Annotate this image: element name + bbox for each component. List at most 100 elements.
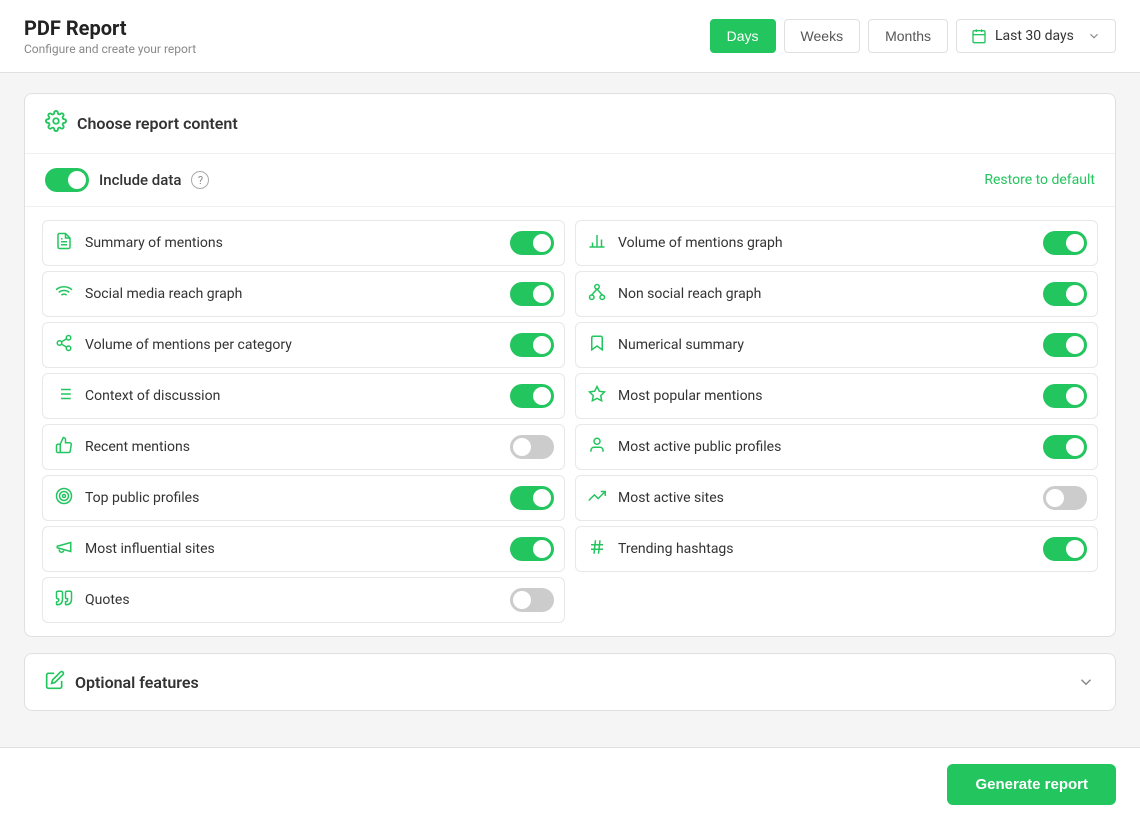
social-media-reach-graph-icon bbox=[53, 283, 75, 305]
item-left: Most influential sites bbox=[53, 538, 215, 560]
item-non-social-reach-graph: Non social reach graph bbox=[575, 271, 1098, 317]
item-left: Top public profiles bbox=[53, 487, 199, 509]
volume-per-category-toggle[interactable] bbox=[510, 333, 554, 357]
pencil-icon bbox=[45, 670, 65, 694]
item-left: Trending hashtags bbox=[586, 538, 734, 560]
most-active-public-profiles-icon bbox=[586, 436, 608, 458]
question-mark-tooltip[interactable]: ? bbox=[191, 171, 209, 189]
left-column: Summary of mentions Social media reach g… bbox=[37, 215, 570, 628]
item-left: Non social reach graph bbox=[586, 283, 761, 305]
most-active-sites-toggle[interactable] bbox=[1043, 486, 1087, 510]
header-right: Days Weeks Months Last 30 days bbox=[710, 19, 1116, 53]
trending-hashtags-label: Trending hashtags bbox=[618, 541, 734, 557]
summary-of-mentions-toggle[interactable] bbox=[510, 231, 554, 255]
most-popular-mentions-icon bbox=[586, 385, 608, 407]
non-social-reach-graph-icon bbox=[586, 283, 608, 305]
most-popular-mentions-label: Most popular mentions bbox=[618, 388, 763, 404]
optional-features-header[interactable]: Optional features bbox=[25, 654, 1115, 710]
include-data-toggle[interactable] bbox=[45, 168, 89, 192]
trending-hashtags-icon bbox=[586, 538, 608, 560]
include-data-row: Include data ? Restore to default bbox=[25, 154, 1115, 207]
item-left: Most popular mentions bbox=[586, 385, 763, 407]
item-left: Summary of mentions bbox=[53, 232, 223, 254]
numerical-summary-icon bbox=[586, 334, 608, 356]
restore-default-link[interactable]: Restore to default bbox=[984, 172, 1095, 188]
right-column: Volume of mentions graph Non social reac… bbox=[570, 215, 1103, 628]
date-range-label: Last 30 days bbox=[995, 28, 1074, 44]
top-public-profiles-icon bbox=[53, 487, 75, 509]
recent-mentions-toggle[interactable] bbox=[510, 435, 554, 459]
trending-hashtags-toggle[interactable] bbox=[1043, 537, 1087, 561]
numerical-summary-label: Numerical summary bbox=[618, 337, 744, 353]
section-header: Choose report content bbox=[25, 94, 1115, 154]
optional-features-section: Optional features bbox=[24, 653, 1116, 711]
recent-mentions-icon bbox=[53, 436, 75, 458]
most-active-public-profiles-label: Most active public profiles bbox=[618, 439, 781, 455]
most-popular-mentions-toggle[interactable] bbox=[1043, 384, 1087, 408]
most-influential-sites-icon bbox=[53, 538, 75, 560]
header: PDF Report Configure and create your rep… bbox=[0, 0, 1140, 73]
item-context-of-discussion: Context of discussion bbox=[42, 373, 565, 419]
most-active-sites-icon bbox=[586, 487, 608, 509]
chevron-down-icon bbox=[1087, 29, 1101, 43]
item-recent-mentions: Recent mentions bbox=[42, 424, 565, 470]
item-most-active-public-profiles: Most active public profiles bbox=[575, 424, 1098, 470]
summary-of-mentions-label: Summary of mentions bbox=[85, 235, 223, 251]
summary-of-mentions-icon bbox=[53, 232, 75, 254]
period-months-button[interactable]: Months bbox=[868, 19, 948, 53]
top-public-profiles-toggle[interactable] bbox=[510, 486, 554, 510]
item-summary-of-mentions: Summary of mentions bbox=[42, 220, 565, 266]
period-days-button[interactable]: Days bbox=[710, 19, 776, 53]
most-influential-sites-label: Most influential sites bbox=[85, 541, 215, 557]
generate-report-button[interactable]: Generate report bbox=[947, 764, 1116, 805]
quotes-label: Quotes bbox=[85, 592, 130, 608]
page-title: PDF Report bbox=[24, 16, 196, 40]
context-of-discussion-icon bbox=[53, 385, 75, 407]
item-most-popular-mentions: Most popular mentions bbox=[575, 373, 1098, 419]
item-left: Numerical summary bbox=[586, 334, 744, 356]
most-influential-sites-toggle[interactable] bbox=[510, 537, 554, 561]
page-subtitle: Configure and create your report bbox=[24, 42, 196, 56]
volume-of-mentions-graph-icon bbox=[586, 232, 608, 254]
header-left: PDF Report Configure and create your rep… bbox=[24, 16, 196, 56]
item-left: Volume of mentions per category bbox=[53, 334, 292, 356]
period-weeks-button[interactable]: Weeks bbox=[784, 19, 861, 53]
item-social-media-reach-graph: Social media reach graph bbox=[42, 271, 565, 317]
social-media-reach-graph-toggle[interactable] bbox=[510, 282, 554, 306]
item-most-influential-sites: Most influential sites bbox=[42, 526, 565, 572]
chevron-down-icon bbox=[1077, 673, 1095, 691]
volume-of-mentions-graph-toggle[interactable] bbox=[1043, 231, 1087, 255]
items-grid: Summary of mentions Social media reach g… bbox=[25, 207, 1115, 636]
recent-mentions-label: Recent mentions bbox=[85, 439, 190, 455]
section-title: Choose report content bbox=[77, 114, 238, 133]
numerical-summary-toggle[interactable] bbox=[1043, 333, 1087, 357]
item-left: Most active sites bbox=[586, 487, 724, 509]
include-data-left: Include data ? bbox=[45, 168, 209, 192]
date-range-dropdown[interactable]: Last 30 days bbox=[956, 19, 1116, 53]
non-social-reach-graph-label: Non social reach graph bbox=[618, 286, 761, 302]
most-active-sites-label: Most active sites bbox=[618, 490, 724, 506]
main-content: Choose report content Include data ? Res… bbox=[0, 73, 1140, 747]
context-of-discussion-toggle[interactable] bbox=[510, 384, 554, 408]
context-of-discussion-label: Context of discussion bbox=[85, 388, 220, 404]
include-data-label: Include data bbox=[99, 171, 181, 189]
non-social-reach-graph-toggle[interactable] bbox=[1043, 282, 1087, 306]
social-media-reach-graph-label: Social media reach graph bbox=[85, 286, 242, 302]
item-left: Most active public profiles bbox=[586, 436, 781, 458]
quotes-icon bbox=[53, 589, 75, 611]
item-left: Social media reach graph bbox=[53, 283, 242, 305]
optional-features-title: Optional features bbox=[75, 673, 199, 692]
item-volume-of-mentions-graph: Volume of mentions graph bbox=[575, 220, 1098, 266]
item-volume-per-category: Volume of mentions per category bbox=[42, 322, 565, 368]
volume-of-mentions-graph-label: Volume of mentions graph bbox=[618, 235, 783, 251]
item-left: Context of discussion bbox=[53, 385, 220, 407]
most-active-public-profiles-toggle[interactable] bbox=[1043, 435, 1087, 459]
item-numerical-summary: Numerical summary bbox=[575, 322, 1098, 368]
footer-bar: Generate report bbox=[0, 747, 1140, 821]
item-left: Quotes bbox=[53, 589, 130, 611]
optional-header-left: Optional features bbox=[45, 670, 199, 694]
item-most-active-sites: Most active sites bbox=[575, 475, 1098, 521]
volume-per-category-icon bbox=[53, 334, 75, 356]
gear-icon bbox=[45, 110, 67, 137]
quotes-toggle[interactable] bbox=[510, 588, 554, 612]
